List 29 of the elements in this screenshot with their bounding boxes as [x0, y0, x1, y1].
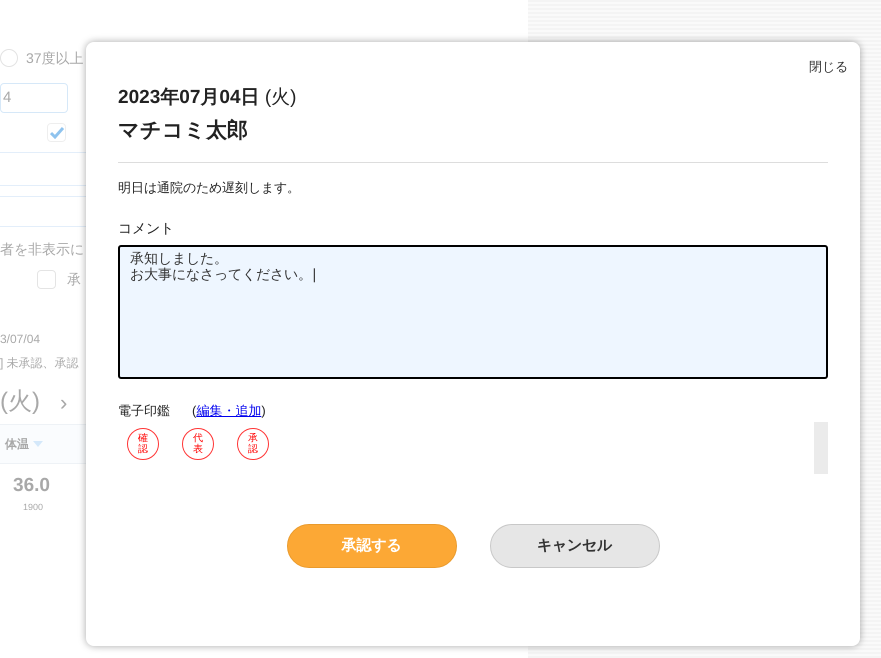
- comment-field[interactable]: 承知しました。 お大事になさってください。|: [118, 244, 828, 378]
- temperature-value: 36.0: [12, 474, 51, 498]
- date-field[interactable]: 4: [0, 83, 68, 113]
- record-date: 3/07/04: [0, 331, 42, 348]
- stamp-label: 電子印鑑: [118, 402, 170, 420]
- checkbox-label: 承: [67, 270, 81, 289]
- checkbox[interactable]: [47, 123, 66, 142]
- dialog-date: 2023年07月04日 (火): [118, 86, 298, 110]
- seal-stamp[interactable]: 確認: [127, 428, 159, 460]
- sort-icon[interactable]: [33, 441, 43, 447]
- cancel-button[interactable]: キャンセル: [490, 524, 660, 568]
- option-label: 37度以上: [26, 48, 84, 68]
- status-text: ] 未承認、承認: [0, 355, 80, 372]
- radio-button[interactable]: [0, 49, 18, 67]
- paren-text: ): [261, 402, 266, 420]
- hide-text: 者を非表示に: [0, 240, 85, 259]
- comment-label: コメント: [118, 218, 175, 238]
- column-header[interactable]: 体温: [5, 435, 29, 453]
- checkbox[interactable]: [37, 270, 56, 289]
- day-label: (火): [0, 387, 40, 417]
- next-arrow[interactable]: ›: [60, 386, 68, 418]
- seal-stamp[interactable]: 代表: [182, 428, 214, 460]
- person-name: マチコミ太郎: [118, 118, 249, 144]
- edit-link[interactable]: 編集・追加: [196, 400, 262, 420]
- time-value: 1900: [22, 500, 44, 514]
- paren-text: (: [192, 402, 196, 420]
- request-message: 明日は通院のため遅刻します。: [118, 179, 301, 197]
- close-link[interactable]: 閉じる: [809, 57, 848, 76]
- seal-stamp[interactable]: 承認: [237, 428, 269, 460]
